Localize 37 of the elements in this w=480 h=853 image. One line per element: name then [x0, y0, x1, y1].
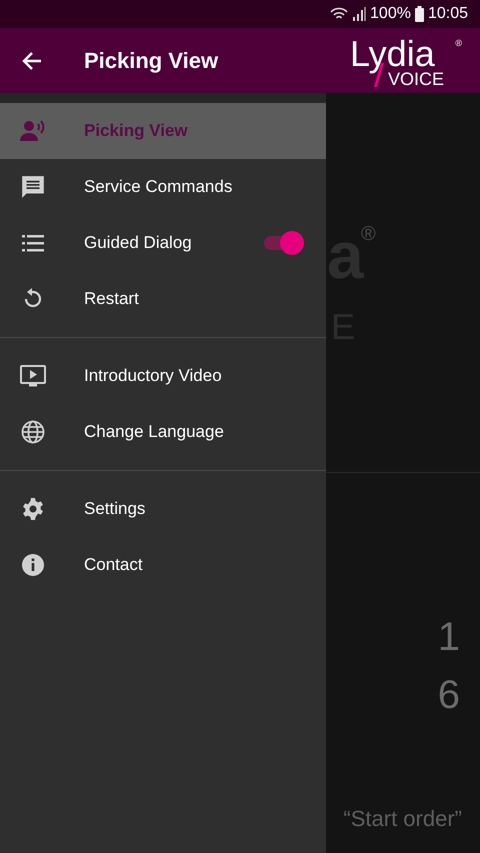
menu-item-label: Contact [84, 554, 143, 576]
menu-item[interactable]: Settings [0, 481, 326, 537]
wifi-icon [330, 7, 348, 21]
menu-item-label: Introductory Video [84, 365, 222, 388]
menu-item-label: Restart [84, 288, 139, 310]
back-arrow-icon [22, 52, 42, 70]
registered-mark: ® [361, 224, 376, 244]
battery-icon [414, 6, 424, 22]
registered-mark: ® [455, 38, 462, 48]
menu-item-label: Settings [84, 498, 146, 520]
info-icon [21, 553, 45, 577]
quantity-text: 6 [438, 672, 460, 718]
menu-item-label: Change Language [84, 421, 224, 444]
menu-item[interactable]: Service Commands [0, 159, 326, 215]
menu-item[interactable]: Introductory Video [0, 348, 326, 404]
menu-item[interactable]: Contact [0, 537, 326, 593]
message-icon [20, 174, 46, 200]
signal-icon [352, 7, 366, 21]
settings-icon [21, 497, 45, 521]
list-icon [21, 233, 45, 253]
menu-item[interactable]: Guided Dialog [0, 215, 326, 271]
logo-subtitle: VOICE [388, 70, 444, 88]
menu-item-label: Picking View [84, 120, 188, 142]
globe-icon [21, 420, 45, 444]
menu-item-label: Guided Dialog [84, 232, 192, 254]
clock: 10:05 [428, 4, 468, 24]
menu-item[interactable]: Change Language [0, 404, 326, 460]
app-title: Picking View [84, 47, 218, 75]
quantity-text: 1 [438, 614, 460, 660]
battery-percent: 100% [370, 4, 411, 24]
voice-prompt: “Start order” [343, 805, 462, 833]
video-screen-icon [20, 364, 46, 388]
speaker-person-icon [19, 120, 47, 142]
toggle-switch[interactable] [264, 231, 304, 255]
menu-item-label: Service Commands [84, 176, 232, 198]
logo-word: Lydia [350, 36, 435, 72]
menu-item[interactable]: Restart [0, 271, 326, 327]
